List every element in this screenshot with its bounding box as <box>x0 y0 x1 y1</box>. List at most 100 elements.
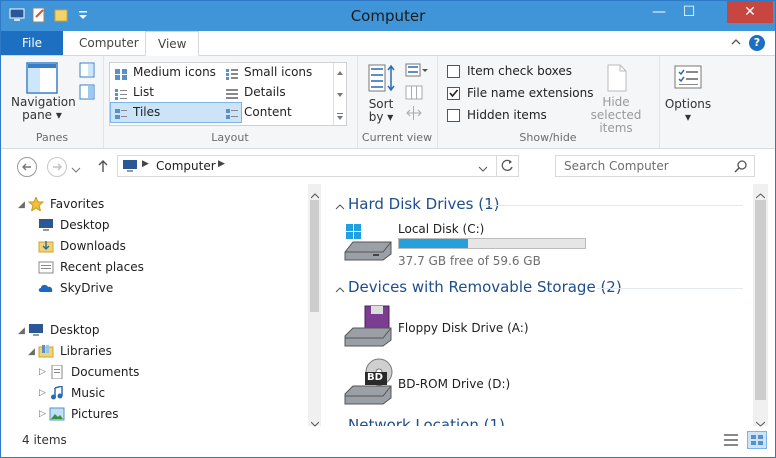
tab-computer[interactable]: Computer <box>67 31 151 55</box>
nav-libraries[interactable]: Libraries <box>38 341 158 361</box>
documents-expand-icon[interactable]: ▷ <box>39 367 46 377</box>
tile-local-disk[interactable]: Local Disk (C:) 37.7 GB free of 59.6 GB <box>343 222 603 268</box>
music-icon <box>49 385 65 400</box>
tab-view[interactable]: View <box>145 31 200 56</box>
desktop-icon <box>38 218 54 232</box>
desktop-root-icon <box>28 323 44 337</box>
search-box[interactable]: Search Computer <box>555 155 755 177</box>
large-icons-view-icon[interactable] <box>747 431 767 449</box>
nav-documents[interactable]: Documents <box>49 362 169 382</box>
local-disk-free-space: 37.7 GB free of 59.6 GB <box>398 254 541 268</box>
up-arrow-icon[interactable] <box>97 159 109 176</box>
close-icon: ✕ <box>744 4 756 20</box>
tab-file[interactable]: File <box>1 31 63 55</box>
layout-gallery-scroller[interactable] <box>333 63 346 125</box>
network-collapse-icon[interactable] <box>335 422 345 426</box>
navigation-pane: ◢ Favorites Desktop Downloads Recent pla… <box>1 184 321 426</box>
minimize-button[interactable]: — <box>645 1 673 23</box>
small-icons-icon <box>226 67 238 80</box>
nav-desktop-favorite[interactable]: Desktop <box>38 215 158 235</box>
section-network-location[interactable]: Network Location (1) <box>348 416 505 426</box>
sort-by-icon <box>365 62 397 94</box>
documents-icon <box>49 364 65 380</box>
navigation-pane-button[interactable]: Navigation pane ▾ <box>11 62 76 122</box>
nav-pictures[interactable]: Pictures <box>49 404 169 424</box>
details-pane-icon[interactable] <box>79 84 95 100</box>
panes-group: Navigation pane ▾ Panes <box>1 56 104 148</box>
recent-places-icon <box>38 260 54 274</box>
pictures-expand-icon[interactable]: ▷ <box>39 409 46 419</box>
file-name-extensions-checkbox[interactable] <box>447 87 460 100</box>
maximize-button[interactable]: ☐ <box>675 1 703 23</box>
options-label: Options ▾ <box>664 97 712 124</box>
nav-recent-places[interactable]: Recent places <box>38 257 158 277</box>
tile-bd-rom-drive[interactable]: BD BD-ROM Drive (D:) <box>343 358 603 406</box>
content-scrollbar[interactable] <box>753 184 768 427</box>
downloads-icon <box>38 239 54 253</box>
item-check-boxes-checkbox[interactable] <box>447 65 460 78</box>
floppy-drive-icon <box>343 304 393 351</box>
tile-floppy-drive[interactable]: Floppy Disk Drive (A:) <box>343 304 603 348</box>
hide-selected-items-button[interactable]: Hide selected items <box>579 62 653 135</box>
hidden-items-checkbox[interactable] <box>447 109 460 122</box>
desktop-collapse-icon[interactable]: ◢ <box>18 326 25 336</box>
show-hide-group: Item check boxes File name extensions Hi… <box>437 56 660 148</box>
breadcrumb-separator-icon[interactable]: ▶ <box>142 159 149 169</box>
favorites-collapse-icon[interactable]: ◢ <box>18 200 25 210</box>
section-hard-disk-drives[interactable]: Hard Disk Drives (1) <box>348 195 499 213</box>
content-scroll-thumb[interactable] <box>755 200 766 400</box>
breadcrumb-computer[interactable]: Computer <box>156 159 216 173</box>
nav-desktop[interactable]: Desktop <box>28 320 148 340</box>
search-input[interactable]: Search Computer <box>564 159 669 173</box>
current-view-group: Sort by ▾ Current view <box>357 56 438 148</box>
section-removable-storage[interactable]: Devices with Removable Storage (2) <box>348 278 622 296</box>
details-view-icon[interactable] <box>723 433 739 450</box>
collapse-ribbon-icon[interactable] <box>731 36 741 49</box>
removable-collapse-icon[interactable] <box>335 283 345 297</box>
hidden-items-toggle[interactable]: Hidden items <box>447 108 587 122</box>
options-button[interactable]: Options ▾ <box>663 62 713 124</box>
item-check-boxes-toggle[interactable]: Item check boxes <box>447 64 587 78</box>
nav-favorites[interactable]: Favorites <box>27 194 148 214</box>
preview-pane-icon[interactable] <box>79 62 95 78</box>
nav-pane-scrollbar[interactable] <box>308 184 321 427</box>
status-bar: 4 items <box>1 427 775 457</box>
refresh-button[interactable] <box>496 156 519 176</box>
close-button[interactable]: ✕ <box>727 1 773 23</box>
bd-badge: BD <box>367 372 383 383</box>
medium-icons-icon <box>115 67 127 80</box>
add-columns-icon <box>405 84 423 102</box>
back-button[interactable] <box>17 157 37 177</box>
sort-by-button[interactable]: Sort by ▾ <box>363 62 399 124</box>
libraries-collapse-icon[interactable]: ◢ <box>28 347 35 357</box>
local-disk-usage-bar <box>398 238 586 249</box>
bd-rom-drive-icon <box>343 358 393 409</box>
file-name-extensions-toggle[interactable]: File name extensions <box>447 86 594 100</box>
section-divider <box>481 205 743 206</box>
libraries-icon <box>38 344 54 358</box>
skydrive-icon <box>38 281 54 295</box>
group-by-icon[interactable] <box>405 62 429 80</box>
breadcrumb-chevron-icon[interactable]: ▶ <box>218 159 225 169</box>
help-button[interactable]: ? <box>749 35 765 51</box>
nav-downloads[interactable]: Downloads <box>38 236 158 256</box>
recent-locations-icon[interactable] <box>71 163 81 177</box>
address-dropdown-icon[interactable] <box>478 162 488 176</box>
nav-pane-scroll-thumb[interactable] <box>310 200 319 312</box>
layout-group-label: Layout <box>211 131 249 144</box>
title-bar[interactable]: Computer — ☐ ✕ <box>1 1 775 31</box>
computer-location-icon <box>122 159 138 176</box>
star-icon <box>27 195 45 213</box>
hide-selected-items-icon <box>600 62 632 94</box>
nav-skydrive[interactable]: SkyDrive <box>38 278 158 298</box>
section-divider <box>597 288 743 289</box>
hard-disk-collapse-icon[interactable] <box>335 200 345 214</box>
nav-music[interactable]: Music <box>49 383 169 403</box>
search-icon[interactable] <box>734 159 748 176</box>
navigation-pane-icon <box>26 62 58 94</box>
music-expand-icon[interactable]: ▷ <box>39 388 46 398</box>
address-bar[interactable]: ▶ Computer ▶ <box>117 155 519 177</box>
hide-selected-items-label: Hide selected items <box>590 95 642 135</box>
maximize-icon: ☐ <box>682 4 696 20</box>
forward-button[interactable] <box>47 157 67 177</box>
